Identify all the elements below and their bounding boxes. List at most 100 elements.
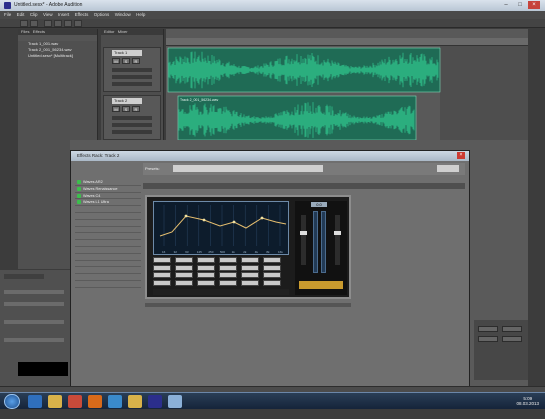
- effect-slot[interactable]: Waves Renaissance: [75, 186, 141, 193]
- output-select[interactable]: [112, 130, 152, 134]
- eq-band-value[interactable]: [241, 272, 259, 278]
- folder-icon[interactable]: [128, 395, 142, 408]
- ie-icon[interactable]: [28, 395, 42, 408]
- eq-band-value[interactable]: [219, 272, 237, 278]
- fader-knob[interactable]: [334, 231, 341, 235]
- track-name[interactable]: Track 1: [112, 50, 142, 56]
- volume-knob[interactable]: [112, 116, 152, 120]
- eq-band-value[interactable]: [153, 257, 171, 263]
- eq-band-value[interactable]: [197, 264, 215, 271]
- volume-knob[interactable]: [112, 68, 152, 72]
- eq-band-value[interactable]: [153, 264, 171, 271]
- eq-band-value[interactable]: [197, 257, 215, 263]
- eq-band-value[interactable]: [197, 279, 215, 286]
- slider[interactable]: [4, 290, 64, 294]
- gain-fader-left[interactable]: [300, 215, 307, 265]
- eq-band-value[interactable]: [175, 257, 193, 263]
- zoom-button[interactable]: [502, 326, 522, 332]
- eq-band-value[interactable]: [241, 257, 259, 263]
- waveform-view-button[interactable]: [20, 20, 28, 27]
- zoom-button[interactable]: [478, 326, 498, 332]
- eq-band-value[interactable]: [263, 272, 281, 278]
- record-arm-button[interactable]: R: [132, 106, 140, 112]
- menu-help[interactable]: Help: [136, 11, 145, 19]
- eq-band-value[interactable]: [175, 279, 193, 286]
- mute-button[interactable]: M: [112, 106, 120, 112]
- eq-band-value[interactable]: [153, 279, 171, 286]
- start-button[interactable]: [4, 394, 20, 409]
- effect-slot[interactable]: [75, 267, 141, 275]
- effect-slot[interactable]: [75, 206, 141, 213]
- razor-tool-button[interactable]: [54, 20, 62, 27]
- menu-edit[interactable]: Edit: [17, 11, 25, 19]
- waveform-lanes[interactable]: Track 2_001_56234.wav: [166, 46, 528, 146]
- gain-fader-right[interactable]: [334, 215, 341, 265]
- effect-slot[interactable]: Waves L1 Ultra: [75, 199, 141, 207]
- eq-band-value[interactable]: [263, 257, 281, 263]
- effect-slot[interactable]: [75, 261, 141, 268]
- solo-button[interactable]: S: [122, 106, 130, 112]
- eq-band-value[interactable]: [175, 264, 193, 271]
- eq-curve-svg[interactable]: 16 32 63 125 250 500 1k 2k 4k 8k 16k: [154, 202, 290, 256]
- slider[interactable]: [4, 320, 64, 324]
- effect-slot[interactable]: Waves C4: [75, 193, 141, 200]
- power-icon[interactable]: [77, 186, 81, 191]
- time-ruler[interactable]: [166, 38, 528, 46]
- eq-band-value[interactable]: [263, 264, 281, 271]
- eq-band-handle[interactable]: [184, 214, 188, 218]
- slider[interactable]: [4, 302, 64, 306]
- multitrack-view-button[interactable]: [30, 20, 38, 27]
- eq-band-handle[interactable]: [260, 216, 264, 220]
- system-clock[interactable]: 5:09 08.03.2013: [516, 396, 539, 406]
- effect-slot[interactable]: [75, 213, 141, 220]
- power-button[interactable]: [437, 165, 459, 172]
- effect-slot[interactable]: [75, 247, 141, 254]
- slider[interactable]: [4, 338, 64, 342]
- menu-effects[interactable]: Effects: [75, 11, 89, 19]
- media-player-icon[interactable]: [68, 395, 82, 408]
- power-icon[interactable]: [77, 180, 81, 184]
- menu-options[interactable]: Options: [94, 11, 110, 19]
- eq-band-value[interactable]: [219, 264, 237, 271]
- eq-graph[interactable]: 16 32 63 125 250 500 1k 2k 4k 8k 16k: [153, 201, 289, 255]
- mute-button[interactable]: M: [112, 58, 120, 64]
- effect-slot[interactable]: [75, 281, 141, 288]
- record-arm-button[interactable]: R: [132, 58, 140, 64]
- eq-band-value[interactable]: [219, 279, 237, 286]
- track-header-1[interactable]: Track 1 M S R: [103, 47, 161, 92]
- close-icon[interactable]: ×: [528, 1, 540, 9]
- presets-dropdown[interactable]: [173, 165, 323, 172]
- time-selection-tool-button[interactable]: [74, 20, 82, 27]
- track-name[interactable]: Track 2: [112, 98, 142, 104]
- eq-band-value[interactable]: [175, 272, 193, 278]
- input-select[interactable]: [112, 123, 152, 127]
- close-icon[interactable]: ×: [457, 152, 465, 159]
- power-icon[interactable]: [77, 193, 81, 198]
- explorer-icon[interactable]: [48, 395, 62, 408]
- eq-curve[interactable]: [159, 215, 287, 237]
- fader-knob[interactable]: [300, 231, 307, 235]
- effect-slot[interactable]: [75, 240, 141, 247]
- audition-icon[interactable]: [148, 395, 162, 408]
- effect-slot[interactable]: [75, 227, 141, 234]
- eq-band-value[interactable]: [219, 257, 237, 263]
- eq-band-value[interactable]: [241, 279, 259, 286]
- zoom-button[interactable]: [502, 336, 522, 342]
- slip-tool-button[interactable]: [64, 20, 72, 27]
- eq-band-value[interactable]: [197, 272, 215, 278]
- eq-band-value[interactable]: [241, 264, 259, 271]
- move-tool-button[interactable]: [44, 20, 52, 27]
- menu-file[interactable]: File: [4, 11, 11, 19]
- minimize-icon[interactable]: –: [500, 1, 512, 9]
- file-item[interactable]: Untitled.sesx* [Multitrack]: [18, 53, 97, 59]
- menu-window[interactable]: Window: [115, 11, 131, 19]
- track-header-2[interactable]: Track 2 M S R: [103, 95, 161, 140]
- app-icon[interactable]: [168, 395, 182, 408]
- menu-view[interactable]: View: [43, 11, 53, 19]
- solo-button[interactable]: S: [122, 58, 130, 64]
- power-icon[interactable]: [77, 200, 81, 205]
- output-select[interactable]: [112, 82, 152, 86]
- input-select[interactable]: [112, 75, 152, 79]
- eq-band-handle[interactable]: [202, 218, 206, 222]
- eq-band-value[interactable]: [153, 272, 171, 278]
